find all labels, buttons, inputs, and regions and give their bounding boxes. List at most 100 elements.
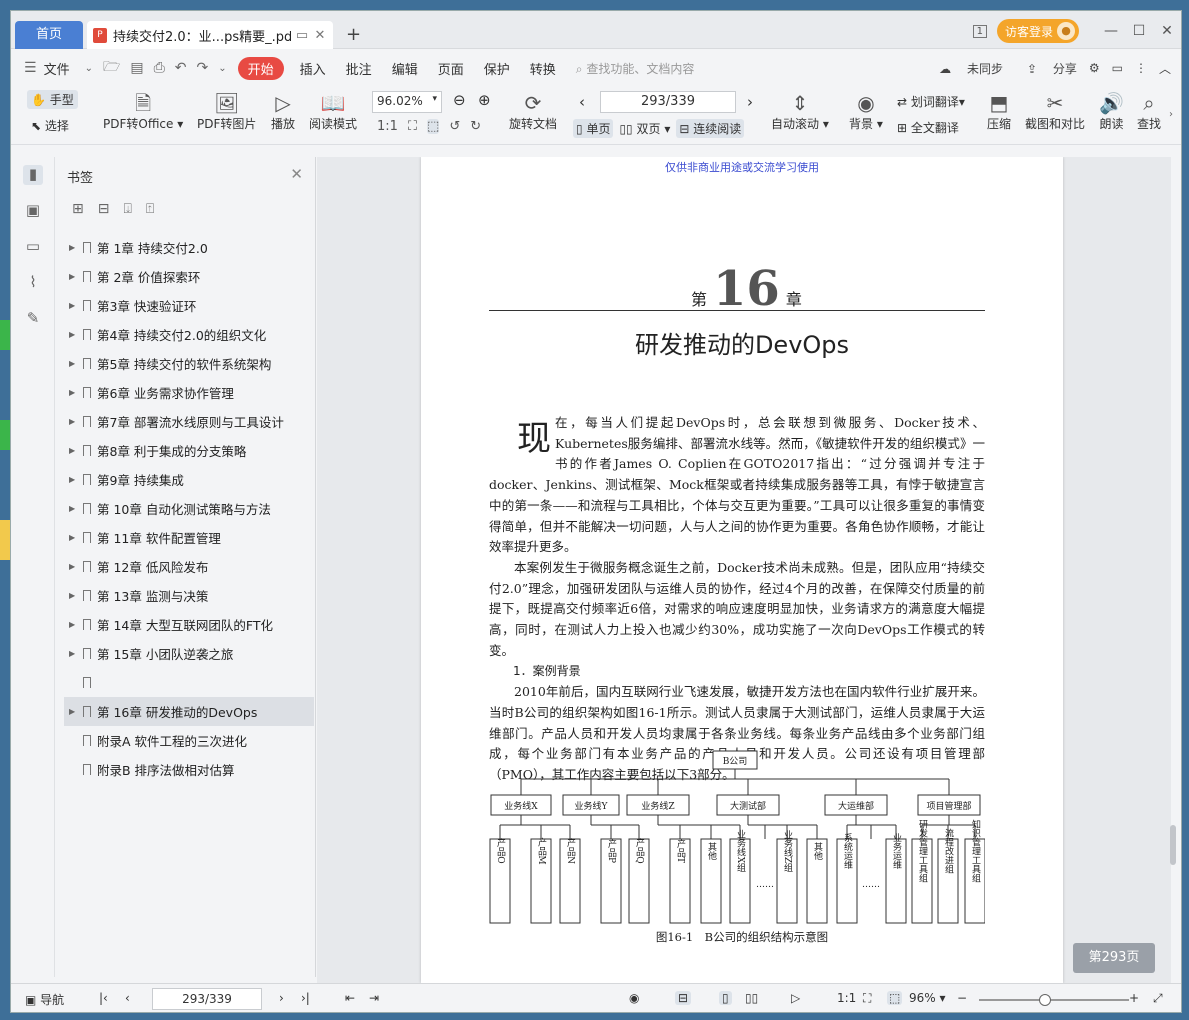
menu-convert[interactable]: 转换 (520, 59, 566, 78)
rotate-doc-button[interactable]: ⟳ 旋转文档 (509, 91, 557, 132)
continuous-view-icon[interactable]: ⊟ (675, 991, 692, 1005)
word-translate-button[interactable]: ⇄ 划词翻译 ▾ (897, 93, 965, 110)
feature-search[interactable]: ⌕ 查找功能、文档内容 (576, 60, 695, 77)
expand-arrow-icon[interactable]: ▶ (69, 388, 79, 397)
background-button[interactable]: ◉ 背景 ▾ (849, 91, 883, 132)
more-icon[interactable]: ⋮ (1135, 61, 1147, 75)
gear-icon[interactable]: ⚙ (1089, 61, 1100, 75)
undo-icon[interactable]: ↶ (170, 60, 192, 76)
expand-arrow-icon[interactable]: ▶ (69, 591, 79, 600)
single-view-icon[interactable]: ▯ (719, 991, 732, 1005)
close-window-icon[interactable]: ✕ (1153, 23, 1181, 39)
zoom-in-icon[interactable]: ⊕ (478, 91, 491, 109)
bookmark-item[interactable]: ▶ 第7章 部署流水线原则与工具设计 (64, 407, 314, 436)
first-page-icon[interactable]: |‹ (99, 991, 108, 1005)
play-icon[interactable]: ▷ (791, 991, 800, 1005)
menu-page[interactable]: 页面 (428, 59, 474, 78)
add-bookmark-icon[interactable]: ⊞ (72, 201, 84, 217)
back-icon[interactable]: ⇤ (345, 991, 355, 1005)
menu-file[interactable]: 文件 (42, 59, 80, 78)
auto-scroll-button[interactable]: ⇕ 自动滚动 ▾ (771, 91, 829, 132)
visitor-login-button[interactable]: 访客登录 ● (996, 19, 1079, 43)
status-page-input[interactable]: 293/339 (152, 988, 262, 1010)
menu-start[interactable]: 开始 (237, 56, 284, 80)
actual-size-icon[interactable]: 1:1 (837, 991, 856, 1005)
bookmark-item[interactable]: ▶附录A 软件工程的三次进化 (64, 726, 314, 755)
pdf-to-office-button[interactable]: 🗎 PDF转Office ▾ (103, 91, 183, 132)
expand-arrow-icon[interactable]: ▶ (69, 562, 79, 571)
page-number-input[interactable]: 293/339 (600, 91, 736, 113)
menu-edit[interactable]: 编辑 (382, 59, 428, 78)
comment-icon[interactable]: ▭ (23, 237, 43, 257)
open-folder-icon[interactable]: 🗁 (98, 56, 125, 80)
expand-arrow-icon[interactable]: ▶ (69, 707, 79, 716)
bookmark-icon[interactable]: ▮ (23, 165, 43, 185)
expand-arrow-icon[interactable]: ▶ (69, 620, 79, 629)
attachment-icon[interactable]: ⌇ (23, 273, 43, 293)
bookmark-item[interactable]: ▶ 第 16章 研发推动的DevOps (64, 697, 314, 726)
minimize-icon[interactable]: — (1097, 23, 1125, 39)
bookmark-item[interactable]: ▶ 第8章 利于集成的分支策略 (64, 436, 314, 465)
add-child-bookmark-icon[interactable]: ⊟ (98, 201, 110, 217)
expand-arrow-icon[interactable]: ▶ (69, 446, 79, 455)
zoom-select[interactable]: 96.02% ▾ (372, 91, 442, 113)
thumbnail-icon[interactable]: ▣ (23, 201, 43, 221)
bookmark-item[interactable]: ▶ 第 13章 监测与决策 (64, 581, 314, 610)
bookmark-item[interactable]: ▶ 第6章 业务需求协作管理 (64, 378, 314, 407)
quick-access-icon[interactable]: ⌄ (213, 63, 231, 74)
new-tab-button[interactable]: + (346, 24, 361, 45)
pdf-to-image-button[interactable]: 🖼 PDF转图片 (197, 91, 256, 132)
hamburger-icon[interactable]: ☰ (19, 60, 42, 76)
bookmark-item[interactable]: ▶ 第 15章 小团队逆袭之旅 (64, 639, 314, 668)
close-tab-icon[interactable]: ✕ (313, 28, 327, 43)
comment-icon[interactable]: ▭ (1112, 61, 1123, 75)
continuous-read-button[interactable]: ⊟ 连续阅读 (676, 119, 745, 138)
next-page-icon[interactable]: › (747, 93, 753, 111)
read-aloud-button[interactable]: 🔊 朗读 (1099, 91, 1124, 132)
expand-arrow-icon[interactable]: ▶ (69, 330, 79, 339)
screenshot-compare-button[interactable]: ✂ 截图和对比 (1025, 91, 1085, 132)
nav-button[interactable]: ▣ 导航 (25, 991, 64, 1008)
next-page-icon[interactable]: › (279, 991, 284, 1005)
full-translate-button[interactable]: ⊞ 全文翻译 (897, 119, 959, 136)
monitor-icon[interactable]: ▭ (295, 28, 309, 43)
expand-arrow-icon[interactable]: ▶ (69, 243, 79, 252)
expand-arrow-icon[interactable]: ▶ (69, 504, 79, 513)
bookmark-item[interactable]: ▶ (64, 668, 314, 697)
hand-tool[interactable]: ✋ 手型 (27, 90, 78, 109)
bookmark-expand-icon[interactable]: ⍗ (123, 201, 131, 217)
bookmark-item[interactable]: ▶ 第5章 持续交付的软件系统架构 (64, 349, 314, 378)
play-button[interactable]: ▷ 播放 (271, 91, 295, 132)
sync-status[interactable]: ☁ 未同步 (927, 60, 1003, 77)
select-tool[interactable]: ⬉ 选择 (31, 117, 69, 134)
save-icon[interactable]: ▤ (125, 60, 148, 76)
vertical-scrollbar[interactable] (1167, 157, 1179, 983)
collapse-ribbon-icon[interactable]: ︿ (1159, 60, 1171, 77)
maximize-icon[interactable]: ☐ (1125, 23, 1153, 39)
signature-icon[interactable]: ✎ (23, 309, 43, 329)
fit-page-icon[interactable]: ⛶ (408, 119, 417, 134)
eye-protect-icon[interactable]: ◉ (629, 991, 639, 1005)
actual-size-icon[interactable]: 1:1 (377, 119, 398, 134)
compress-button[interactable]: ⬒ 压缩 (987, 91, 1011, 132)
menu-annotate[interactable]: 批注 (336, 59, 382, 78)
fit-page-icon[interactable]: ⛶ (863, 991, 871, 1006)
tab-document[interactable]: P 持续交付2.0：业...ps精要_.pdf ▭ ✕ (87, 21, 333, 49)
tab-home[interactable]: 首页 (15, 21, 83, 49)
window-count-icon[interactable]: 1 (972, 24, 987, 38)
expand-arrow-icon[interactable]: ▶ (69, 649, 79, 658)
double-page-button[interactable]: ▯▯ 双页 ▾ (619, 120, 670, 137)
zoom-slider[interactable] (979, 994, 1129, 1006)
bookmark-item[interactable]: ▶ 第 14章 大型互联网团队的FT化 (64, 610, 314, 639)
expand-arrow-icon[interactable]: ▶ (69, 533, 79, 542)
zoom-slider-knob[interactable] (1039, 994, 1051, 1006)
print-icon[interactable]: ⎙ (149, 60, 170, 76)
close-icon[interactable]: ✕ (290, 165, 303, 183)
bookmark-item[interactable]: ▶ 第9章 持续集成 (64, 465, 314, 494)
bookmark-item[interactable]: ▶ 第 1章 持续交付2.0 (64, 233, 314, 262)
prev-page-icon[interactable]: ‹ (125, 991, 130, 1005)
rotate-left-icon[interactable]: ↺ (449, 119, 460, 134)
bookmark-item[interactable]: ▶ 第 11章 软件配置管理 (64, 523, 314, 552)
share-button[interactable]: ⇪ 分享 (1015, 60, 1077, 77)
redo-icon[interactable]: ↷ (192, 60, 214, 76)
